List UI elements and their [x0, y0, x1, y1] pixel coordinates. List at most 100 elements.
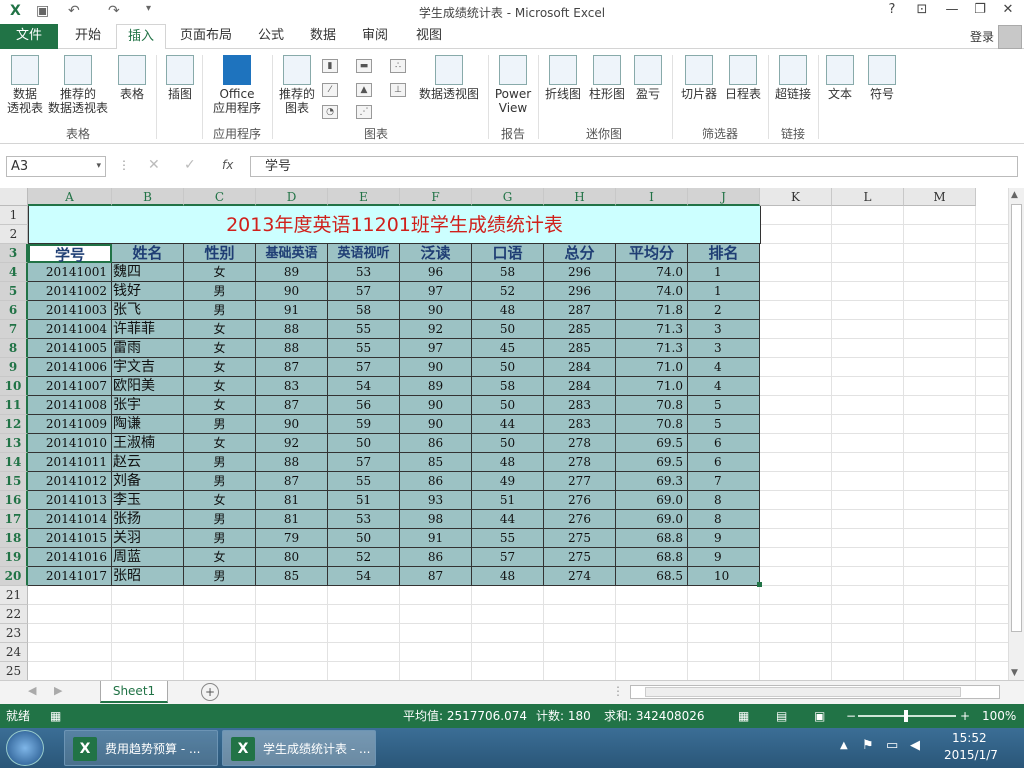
- name-box[interactable]: A3 ▾: [6, 156, 106, 177]
- data-cell[interactable]: 92: [256, 434, 328, 453]
- data-cell[interactable]: 91: [256, 301, 328, 320]
- sparkline-column-button[interactable]: 柱形图: [586, 55, 628, 101]
- data-cell[interactable]: 275: [544, 529, 616, 548]
- data-cell[interactable]: 20141003: [28, 301, 112, 320]
- data-cell[interactable]: 57: [328, 453, 400, 472]
- header-cell[interactable]: 总分: [544, 244, 616, 263]
- tab-split-icon[interactable]: ⋮: [612, 684, 624, 698]
- formula-input[interactable]: 学号: [250, 156, 1018, 177]
- row-header[interactable]: 8: [0, 339, 28, 358]
- data-cell[interactable]: 284: [544, 377, 616, 396]
- page-break-view-icon[interactable]: ▣: [814, 704, 825, 728]
- data-cell[interactable]: 86: [400, 434, 472, 453]
- column-header[interactable]: I: [616, 188, 688, 206]
- data-cell[interactable]: 1: [688, 263, 760, 282]
- header-cell[interactable]: 英语视听: [328, 244, 400, 263]
- data-cell[interactable]: 9: [688, 548, 760, 567]
- column-header[interactable]: L: [832, 188, 904, 206]
- pivot-table-button[interactable]: 数据 透视表: [4, 55, 46, 115]
- start-button-icon[interactable]: [6, 730, 44, 766]
- row-header[interactable]: 24: [0, 643, 28, 662]
- data-cell[interactable]: 44: [472, 510, 544, 529]
- row-header[interactable]: 19: [0, 548, 28, 567]
- data-cell[interactable]: 男: [184, 415, 256, 434]
- line-chart-icon[interactable]: ⁄: [322, 83, 338, 97]
- h-scroll-thumb[interactable]: [645, 687, 961, 697]
- data-cell[interactable]: 90: [400, 415, 472, 434]
- row-header[interactable]: 16: [0, 491, 28, 510]
- data-cell[interactable]: 57: [328, 282, 400, 301]
- data-cell[interactable]: 45: [472, 339, 544, 358]
- data-cell[interactable]: 女: [184, 320, 256, 339]
- data-cell[interactable]: 74.0: [616, 263, 688, 282]
- row-header[interactable]: 4: [0, 263, 28, 282]
- close-button[interactable]: ✕: [998, 2, 1018, 17]
- data-cell[interactable]: 魏四: [112, 263, 184, 282]
- zoom-slider-thumb[interactable]: [904, 710, 908, 722]
- data-cell[interactable]: 20141008: [28, 396, 112, 415]
- hyperlink-button[interactable]: 超链接: [772, 55, 814, 101]
- more-options-icon[interactable]: ⋮: [118, 158, 130, 172]
- data-cell[interactable]: 3: [688, 339, 760, 358]
- data-cell[interactable]: 53: [328, 263, 400, 282]
- data-cell[interactable]: 刘备: [112, 472, 184, 491]
- row-header[interactable]: 10: [0, 377, 28, 396]
- tab-home[interactable]: 开始: [62, 24, 114, 49]
- power-view-button[interactable]: Power View: [492, 55, 534, 115]
- row-header[interactable]: 14: [0, 453, 28, 472]
- data-cell[interactable]: 81: [256, 510, 328, 529]
- other-chart-icon[interactable]: ⋰: [356, 105, 372, 119]
- row-header[interactable]: 7: [0, 320, 28, 339]
- data-cell[interactable]: 男: [184, 282, 256, 301]
- data-cell[interactable]: 276: [544, 491, 616, 510]
- minimize-button[interactable]: —: [942, 2, 962, 17]
- data-cell[interactable]: 20141007: [28, 377, 112, 396]
- data-cell[interactable]: 80: [256, 548, 328, 567]
- recommended-charts-button[interactable]: 推荐的 图表: [276, 55, 318, 115]
- illustrations-button[interactable]: 插图: [162, 55, 198, 101]
- tab-view[interactable]: 视图: [406, 24, 452, 49]
- data-cell[interactable]: 20141014: [28, 510, 112, 529]
- data-cell[interactable]: 97: [400, 282, 472, 301]
- help-button[interactable]: ?: [882, 2, 902, 17]
- data-cell[interactable]: 284: [544, 358, 616, 377]
- taskbar-item-grades[interactable]: X 学生成绩统计表 - ...: [222, 730, 376, 766]
- data-cell[interactable]: 张飞: [112, 301, 184, 320]
- column-header[interactable]: G: [472, 188, 544, 206]
- data-cell[interactable]: 女: [184, 491, 256, 510]
- cancel-icon[interactable]: ✕: [148, 157, 160, 173]
- data-cell[interactable]: 陶谦: [112, 415, 184, 434]
- recommended-pivot-button[interactable]: 推荐的 数据透视表: [46, 55, 110, 115]
- data-cell[interactable]: 张宇: [112, 396, 184, 415]
- normal-view-icon[interactable]: ▦: [738, 704, 749, 728]
- next-sheet-icon[interactable]: ▶: [54, 684, 62, 697]
- data-cell[interactable]: 69.0: [616, 491, 688, 510]
- data-cell[interactable]: 69.5: [616, 453, 688, 472]
- data-cell[interactable]: 50: [328, 434, 400, 453]
- data-cell[interactable]: 96: [400, 263, 472, 282]
- data-cell[interactable]: 90: [400, 358, 472, 377]
- bar-chart-icon[interactable]: ▬: [356, 59, 372, 73]
- data-cell[interactable]: 89: [256, 263, 328, 282]
- header-cell[interactable]: 排名: [688, 244, 760, 263]
- data-cell[interactable]: 王淑楠: [112, 434, 184, 453]
- data-cell[interactable]: 20141002: [28, 282, 112, 301]
- tab-formulas[interactable]: 公式: [248, 24, 294, 49]
- data-cell[interactable]: 276: [544, 510, 616, 529]
- data-cell[interactable]: 关羽: [112, 529, 184, 548]
- area-chart-icon[interactable]: ▲: [356, 83, 372, 97]
- tab-data[interactable]: 数据: [300, 24, 346, 49]
- data-cell[interactable]: 20141004: [28, 320, 112, 339]
- data-cell[interactable]: 58: [328, 301, 400, 320]
- data-cell[interactable]: 287: [544, 301, 616, 320]
- tab-page-layout[interactable]: 页面布局: [170, 24, 242, 49]
- data-cell[interactable]: 71.0: [616, 358, 688, 377]
- data-cell[interactable]: 71.3: [616, 320, 688, 339]
- data-cell[interactable]: 女: [184, 263, 256, 282]
- data-cell[interactable]: 3: [688, 320, 760, 339]
- data-cell[interactable]: 55: [328, 320, 400, 339]
- row-header[interactable]: 22: [0, 605, 28, 624]
- data-cell[interactable]: 2: [688, 301, 760, 320]
- data-cell[interactable]: 55: [328, 472, 400, 491]
- data-cell[interactable]: 83: [256, 377, 328, 396]
